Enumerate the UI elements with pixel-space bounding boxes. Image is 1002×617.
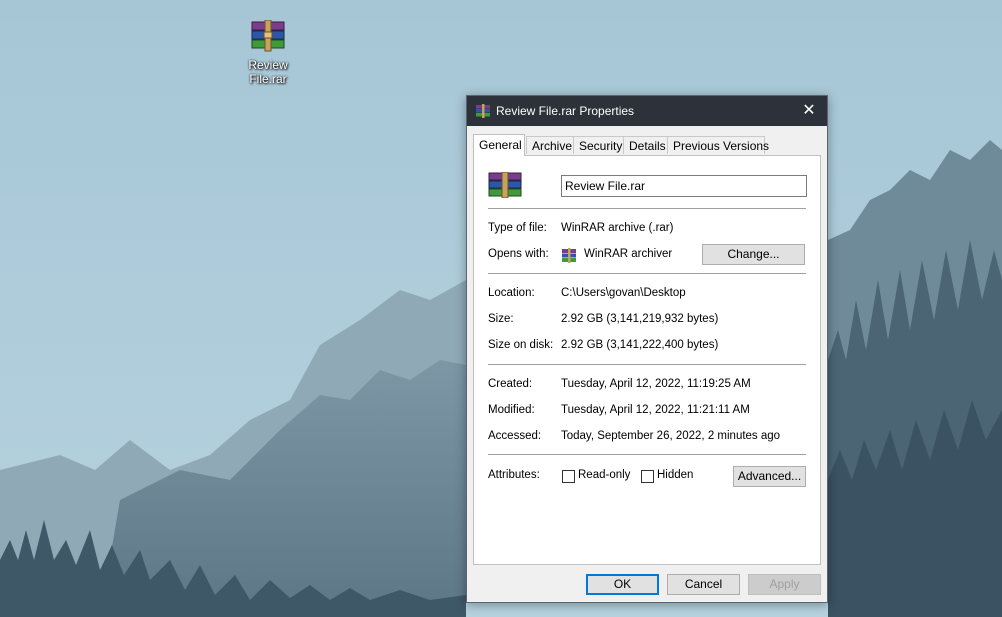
size-label: Size: bbox=[488, 313, 514, 325]
read-only-label[interactable]: Read-only bbox=[578, 469, 630, 481]
tab-previous-versions[interactable]: Previous Versions bbox=[667, 136, 769, 154]
dialog-title: Review File.rar Properties bbox=[496, 104, 635, 118]
separator bbox=[488, 364, 806, 365]
ok-button[interactable]: OK bbox=[586, 574, 659, 595]
winrar-archive-icon bbox=[251, 20, 285, 52]
hidden-checkbox[interactable] bbox=[641, 470, 654, 483]
tab-details[interactable]: Details bbox=[623, 136, 668, 154]
separator bbox=[488, 208, 806, 209]
tab-general[interactable]: General bbox=[473, 134, 525, 156]
modified-label: Modified: bbox=[488, 404, 535, 416]
modified-value: Tuesday, April 12, 2022, 11:21:11 AM bbox=[561, 404, 750, 416]
close-icon: ✕ bbox=[802, 102, 816, 119]
created-value: Tuesday, April 12, 2022, 11:19:25 AM bbox=[561, 378, 751, 390]
opens-with-label: Opens with: bbox=[488, 248, 549, 260]
type-of-file-label: Type of file: bbox=[488, 222, 547, 234]
accessed-label: Accessed: bbox=[488, 430, 542, 442]
desktop-icon-label-line1: Review bbox=[248, 58, 288, 72]
hidden-label[interactable]: Hidden bbox=[657, 469, 693, 481]
tab-security[interactable]: Security bbox=[573, 136, 624, 154]
location-value: C:\Users\govan\Desktop bbox=[561, 287, 686, 299]
created-label: Created: bbox=[488, 378, 533, 390]
location-label: Location: bbox=[488, 287, 535, 299]
size-on-disk-value: 2.92 GB (3,141,222,400 bytes) bbox=[561, 339, 719, 351]
attributes-label: Attributes: bbox=[488, 469, 540, 481]
properties-dialog: Review File.rar Properties ✕ General Arc… bbox=[466, 95, 828, 603]
winrar-app-icon bbox=[562, 248, 576, 263]
file-name-field[interactable]: Review File.rar bbox=[561, 175, 807, 197]
winrar-archive-icon bbox=[476, 104, 490, 118]
separator bbox=[488, 273, 806, 274]
winrar-archive-icon bbox=[488, 172, 522, 198]
opens-with-value: WinRAR archiver bbox=[584, 248, 673, 260]
size-value: 2.92 GB (3,141,219,932 bytes) bbox=[561, 313, 719, 325]
close-button[interactable]: ✕ bbox=[791, 96, 827, 126]
apply-button[interactable]: Apply bbox=[748, 574, 821, 595]
general-panel: Review File.rar Type of file: WinRAR arc… bbox=[473, 155, 821, 565]
cancel-button[interactable]: Cancel bbox=[667, 574, 740, 595]
type-of-file-value: WinRAR archive (.rar) bbox=[561, 222, 674, 234]
dialog-titlebar[interactable]: Review File.rar Properties ✕ bbox=[467, 96, 827, 126]
desktop-icon-label-line2: File.rar bbox=[249, 72, 287, 86]
size-on-disk-label: Size on disk: bbox=[488, 339, 554, 351]
read-only-checkbox[interactable] bbox=[562, 470, 575, 483]
tab-archive[interactable]: Archive bbox=[526, 136, 574, 154]
advanced-button[interactable]: Advanced... bbox=[733, 466, 806, 487]
desktop-file-icon[interactable]: Review File.rar bbox=[240, 20, 296, 86]
change-button[interactable]: Change... bbox=[702, 244, 805, 265]
accessed-value: Today, September 26, 2022, 2 minutes ago bbox=[561, 430, 781, 442]
separator bbox=[488, 454, 806, 455]
